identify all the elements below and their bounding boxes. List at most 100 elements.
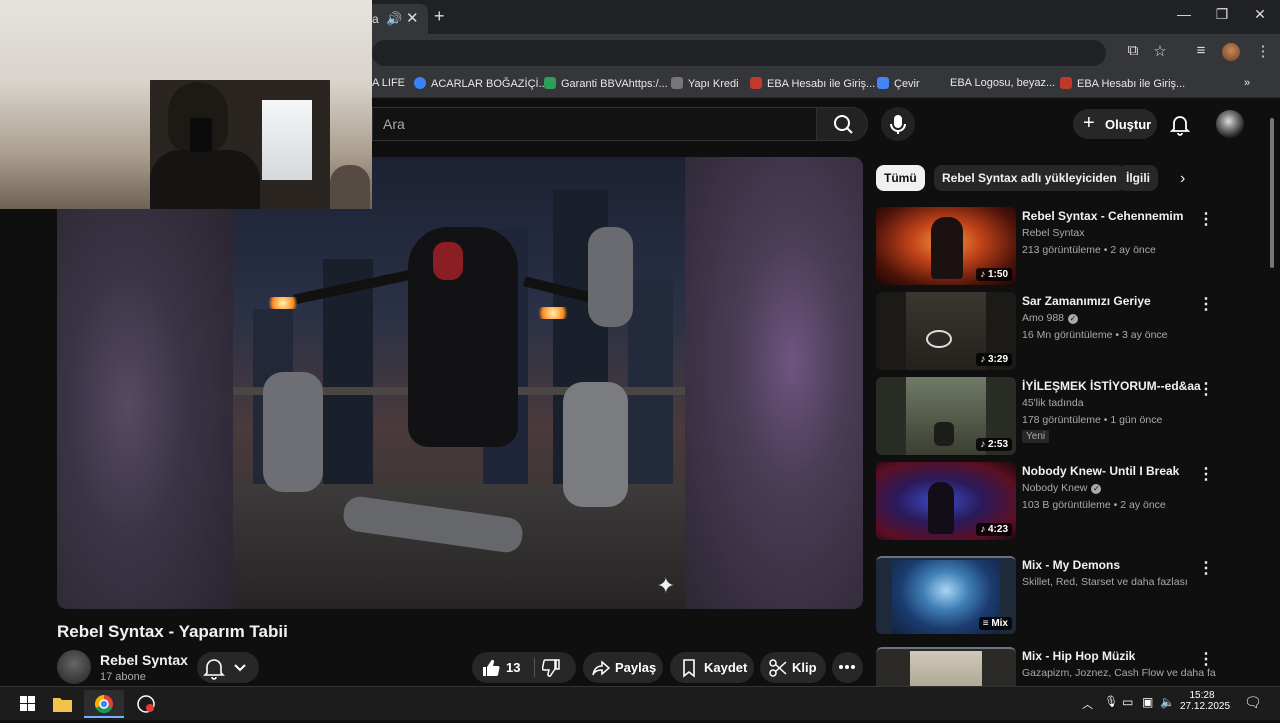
video-thumbnail[interactable]: ♪ 2:53 (876, 377, 1016, 455)
notifications-button[interactable] (1168, 112, 1192, 136)
chip-all[interactable]: Tümü (876, 165, 925, 191)
maximize-button[interactable]: ❐ (1212, 6, 1232, 23)
thumbs-up-icon[interactable] (480, 658, 500, 678)
recommendation-item[interactable]: ♪ 4:23 Nobody Knew- Until I Break Nobody… (876, 462, 1256, 540)
microphone-icon (890, 115, 906, 134)
recommendation-title[interactable]: Mix - My Demons (1022, 558, 1120, 572)
bookmark-item[interactable]: EBA Hesabı ile Giriş... (1060, 77, 1185, 90)
bookmark-item[interactable]: Çevir (877, 77, 920, 90)
notification-center-icon[interactable]: 🗨 (1244, 694, 1262, 711)
bookmark-item[interactable]: EBA Hesabı ile Giriş... (750, 77, 875, 90)
bookmark-item[interactable]: ACARLAR BOĞAZİÇİ... (414, 77, 548, 90)
recommendation-item[interactable]: Mix - Hip Hop Müzik Gazapizm, Joznez, Ca… (876, 647, 1256, 686)
volume-icon[interactable]: 🔈 (1160, 695, 1175, 709)
video-thumbnail[interactable] (876, 647, 1016, 686)
duration-badge: ♪ 2:53 (976, 438, 1012, 451)
more-vertical-icon[interactable]: ⋮ (1198, 558, 1214, 578)
save-button[interactable]: Kaydet (670, 652, 754, 683)
subscription-bell-button[interactable] (197, 652, 259, 683)
more-actions-button[interactable] (832, 652, 863, 683)
verified-icon: ✓ (1091, 484, 1102, 494)
recommendation-title[interactable]: Rebel Syntax - Cehennemim (1022, 209, 1183, 223)
duration-badge: ♪ 4:23 (976, 523, 1012, 536)
bookmark-item[interactable]: A LIFE (372, 77, 405, 89)
channel-name[interactable]: Rebel Syntax (100, 652, 188, 668)
recommendation-item[interactable]: ♪ 1:50 Rebel Syntax - Cehennemim Rebel S… (876, 207, 1256, 285)
bookmark-item[interactable]: EBA Logosu, beyaz... (950, 77, 1055, 89)
share-button[interactable]: Paylaş (583, 652, 663, 683)
install-app-icon[interactable]: ⧉ (1122, 42, 1144, 59)
recommendation-meta: 213 görüntüleme • 2 ay önce (1022, 244, 1156, 256)
thumbs-down-icon[interactable] (542, 658, 562, 678)
recommendation-channel[interactable]: 45'lik tadında (1022, 397, 1084, 409)
file-explorer-button[interactable] (42, 690, 82, 718)
bookmark-favicon-icon (1060, 77, 1072, 89)
bookmark-star-icon[interactable]: ☆ (1149, 42, 1171, 60)
minimize-button[interactable]: — (1174, 6, 1194, 22)
recommendation-channel[interactable]: Rebel Syntax (1022, 227, 1084, 239)
divider (534, 658, 535, 677)
more-vertical-icon[interactable]: ⋮ (1198, 294, 1214, 314)
bookmark-item[interactable]: Yapı Kredi (671, 77, 739, 90)
network-icon[interactable]: ▣ (1142, 695, 1153, 709)
speaker-icon[interactable]: 🔊 (386, 11, 402, 27)
menu-icon[interactable]: ⋮ (1252, 42, 1274, 60)
like-dislike-group: 13 (472, 652, 576, 683)
close-window-button[interactable]: ✕ (1250, 6, 1270, 23)
recommendation-channel[interactable]: Skillet, Red, Starset ve daha fazlası (1022, 576, 1188, 588)
page-scrollbar[interactable] (1268, 110, 1276, 680)
channel-avatar[interactable] (57, 650, 91, 684)
microphone-icon[interactable]: 🎙 (1104, 695, 1118, 708)
tab-title: a (372, 12, 379, 26)
more-bookmarks-icon[interactable]: » (1244, 77, 1250, 89)
battery-icon[interactable]: ▭ (1122, 695, 1133, 709)
new-tab-button[interactable]: + (434, 6, 445, 27)
clip-button[interactable]: Klip (760, 652, 826, 683)
recommendation-channel[interactable]: Amo 988 ✓ (1022, 312, 1079, 324)
video-thumbnail[interactable]: ≡ Mix (876, 556, 1016, 634)
webcam-overlay (0, 0, 372, 209)
video-player[interactable]: ✦ (57, 157, 863, 609)
recommendation-item[interactable]: ♪ 2:53 İYİLEŞMEK İSTİYORUM--ed&aa 45'lik… (876, 377, 1256, 455)
voice-search-button[interactable] (881, 107, 915, 141)
recommendation-item[interactable]: ♪ 3:29 Sar Zamanımızı Geriye Amo 988 ✓ 16… (876, 292, 1256, 370)
recommendation-item[interactable]: ≡ Mix Mix - My Demons Skillet, Red, Star… (876, 556, 1256, 634)
media-control-icon[interactable]: ≡ (1190, 42, 1212, 59)
video-title: Rebel Syntax - Yaparım Tabii (57, 622, 288, 641)
recommendation-title[interactable]: Sar Zamanımızı Geriye (1022, 294, 1151, 308)
chevron-up-icon[interactable]: ︿ (1082, 696, 1093, 712)
chrome-button[interactable] (84, 690, 124, 718)
search-input[interactable]: Ara (372, 107, 816, 141)
share-icon (592, 660, 611, 676)
close-tab-icon[interactable]: ✕ (406, 9, 419, 27)
recommendation-title[interactable]: İYİLEŞMEK İSTİYORUM--ed&aa (1022, 379, 1201, 393)
video-thumbnail[interactable]: ♪ 4:23 (876, 462, 1016, 540)
more-vertical-icon[interactable]: ⋮ (1198, 209, 1214, 229)
omnibox[interactable] (372, 40, 1106, 66)
search-button[interactable] (816, 107, 868, 141)
more-vertical-icon[interactable]: ⋮ (1198, 464, 1214, 484)
create-button[interactable]: + Oluştur (1073, 109, 1157, 139)
video-thumbnail[interactable]: ♪ 3:29 (876, 292, 1016, 370)
more-vertical-icon[interactable]: ⋮ (1198, 379, 1214, 399)
profile-avatar[interactable] (1222, 43, 1240, 61)
recommendation-channel[interactable]: Gazapizm, Joznez, Cash Flow ve daha fa (1022, 667, 1216, 679)
duration-badge: ♪ 3:29 (976, 353, 1012, 366)
recorder-button[interactable] (126, 690, 166, 718)
system-clock[interactable]: 15:28 27.12.2025 (1180, 690, 1230, 712)
bookmark-favicon-icon (750, 77, 762, 89)
like-count[interactable]: 13 (506, 660, 520, 675)
chip-uploader[interactable]: Rebel Syntax adlı yükleyiciden (934, 165, 1125, 191)
chip-related[interactable]: İlgili (1118, 165, 1158, 191)
recommendation-channel[interactable]: Nobody Knew ✓ (1022, 482, 1102, 494)
bookmark-item[interactable]: Garanti BBVAhttps:/... (544, 77, 668, 90)
chevron-right-icon[interactable]: › (1180, 170, 1185, 188)
more-vertical-icon[interactable]: ⋮ (1198, 649, 1214, 669)
recommendation-title[interactable]: Mix - Hip Hop Müzik (1022, 649, 1135, 663)
account-avatar[interactable] (1216, 110, 1244, 138)
bookmark-favicon-icon (544, 77, 556, 89)
scrollbar-thumb[interactable] (1270, 118, 1274, 268)
video-thumbnail[interactable]: ♪ 1:50 (876, 207, 1016, 285)
ambient-blur-right (685, 157, 863, 609)
recommendation-title[interactable]: Nobody Knew- Until I Break (1022, 464, 1179, 478)
